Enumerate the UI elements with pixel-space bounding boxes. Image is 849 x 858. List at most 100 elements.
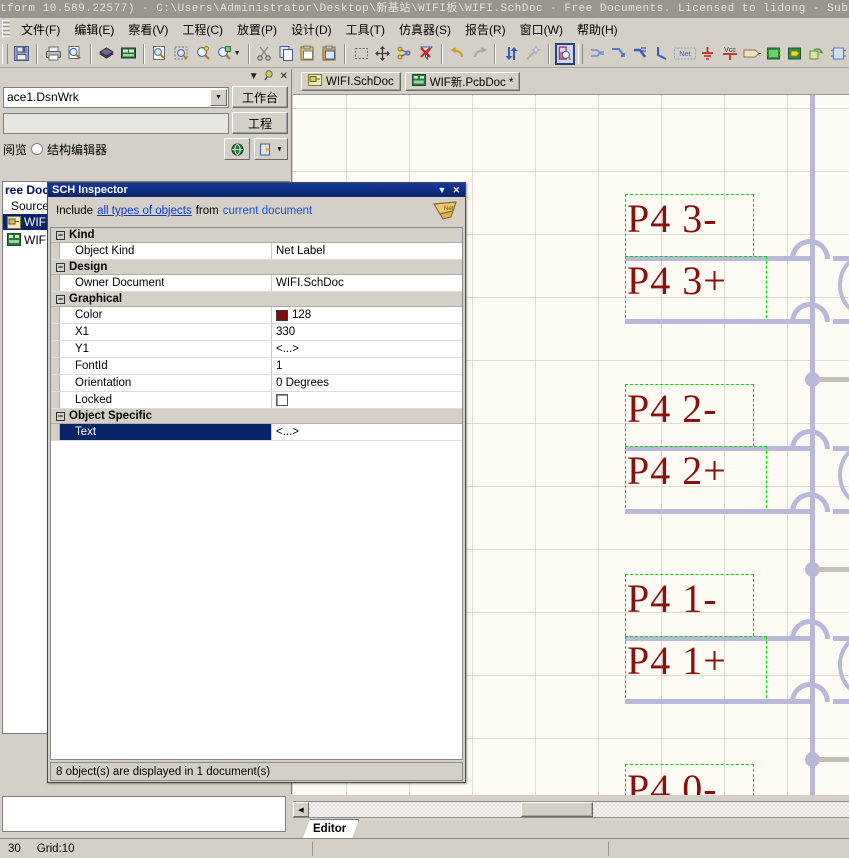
toolbar-grip[interactable]: [2, 43, 8, 64]
scroll-left-icon[interactable]: ◀: [293, 802, 309, 817]
net-wire[interactable]: [833, 319, 849, 324]
net-label[interactable]: P4 2+: [627, 451, 727, 491]
device-view-icon[interactable]: [118, 43, 138, 65]
vcc-power-port-icon[interactable]: Vcc: [720, 43, 740, 65]
property-value[interactable]: <...>: [272, 424, 462, 440]
menu-tools[interactable]: 工具(T): [339, 19, 392, 40]
project-textbox[interactable]: [3, 112, 229, 134]
bus-entry-icon[interactable]: [652, 43, 672, 65]
project-button[interactable]: 工程: [232, 112, 288, 134]
net-label[interactable]: P4 1-: [627, 579, 718, 619]
menu-reports[interactable]: 报告(R): [458, 19, 513, 40]
sheet-symbol-icon[interactable]: [763, 43, 783, 65]
color-swatch[interactable]: [276, 309, 288, 321]
net-wire[interactable]: [625, 509, 815, 514]
menu-design[interactable]: 设计(D): [284, 19, 339, 40]
bus-icon[interactable]: [631, 43, 651, 65]
collapse-toggle-icon[interactable]: −: [56, 411, 65, 421]
gnd-power-port-icon[interactable]: [698, 43, 718, 65]
menu-simulator[interactable]: 仿真器(S): [392, 19, 458, 40]
property-row-locked[interactable]: Locked: [51, 392, 462, 409]
select-area-icon[interactable]: [351, 43, 371, 65]
undo-icon[interactable]: [448, 43, 468, 65]
redo-icon[interactable]: [470, 43, 490, 65]
menu-file[interactable]: 文件(F): [14, 19, 67, 40]
zoom-area-icon[interactable]: [172, 43, 192, 65]
property-row-object-kind[interactable]: Object Kind Net Label: [51, 243, 462, 260]
move-icon[interactable]: [373, 43, 393, 65]
collapse-toggle-icon[interactable]: −: [56, 262, 65, 272]
chevron-down-icon[interactable]: ▼: [210, 88, 227, 106]
net-label[interactable]: P4 2-: [627, 389, 718, 429]
net-wire[interactable]: [818, 757, 849, 762]
deselect-icon[interactable]: [395, 43, 415, 65]
menu-place[interactable]: 放置(P): [230, 19, 284, 40]
locked-checkbox[interactable]: [276, 394, 288, 406]
clear-filter-icon[interactable]: [416, 43, 436, 65]
property-row-owner-document[interactable]: Owner Document WIFI.SchDoc: [51, 275, 462, 292]
net-label[interactable]: P4 0-: [627, 769, 718, 796]
globe-icon[interactable]: [224, 138, 250, 160]
pcb-board-icon[interactable]: [97, 43, 117, 65]
property-row-y1[interactable]: Y1 <...>: [51, 341, 462, 358]
net-wire[interactable]: [818, 377, 849, 382]
toolbar-grip-2[interactable]: [577, 43, 584, 64]
paste-special-icon[interactable]: [320, 43, 340, 65]
tab-editor[interactable]: Editor: [303, 819, 359, 838]
wand-icon[interactable]: [523, 43, 543, 65]
property-row-text[interactable]: Text <...>: [51, 424, 462, 441]
group-header-graphical[interactable]: − Graphical: [51, 292, 462, 307]
hierarchy-icon[interactable]: [587, 43, 607, 65]
menu-project[interactable]: 工程(C): [175, 19, 230, 40]
device-sheet-icon[interactable]: [807, 43, 827, 65]
filter-funnel-icon[interactable]: Net: [431, 200, 459, 222]
structure-editor-radio[interactable]: [31, 143, 44, 155]
zoom-in-icon[interactable]: [193, 43, 213, 65]
property-value-wrap[interactable]: [272, 392, 462, 408]
zoom-document-icon[interactable]: [150, 43, 170, 65]
workspace-combo[interactable]: ace1.DsnWrk ▼: [3, 86, 229, 108]
open-folder-icon[interactable]: ▼: [254, 138, 288, 160]
property-row-color[interactable]: Color 128: [51, 307, 462, 324]
net-wire[interactable]: [833, 699, 849, 704]
property-row-x1[interactable]: X1 330: [51, 324, 462, 341]
menu-grip[interactable]: [2, 20, 10, 38]
updown-arrows-icon[interactable]: [501, 43, 521, 65]
menu-window[interactable]: 窗口(W): [513, 19, 570, 40]
workbench-button[interactable]: 工作台: [232, 86, 288, 108]
close-icon[interactable]: ✕: [452, 185, 460, 195]
group-header-design[interactable]: − Design: [51, 260, 462, 275]
save-icon[interactable]: [12, 43, 32, 65]
menu-edit[interactable]: 编辑(E): [67, 19, 121, 40]
component-icon[interactable]: [828, 43, 848, 65]
property-value[interactable]: 0 Degrees: [272, 375, 462, 391]
property-value[interactable]: 330: [272, 324, 462, 340]
chevron-down-icon[interactable]: ▼: [438, 185, 447, 195]
property-row-orientation[interactable]: Orientation 0 Degrees: [51, 375, 462, 392]
property-value[interactable]: 1: [272, 358, 462, 374]
group-header-kind[interactable]: − Kind: [51, 228, 462, 243]
include-scope-link[interactable]: current document: [223, 205, 313, 217]
copy-icon[interactable]: [276, 43, 296, 65]
net-label[interactable]: P4 1+: [627, 641, 727, 681]
property-value[interactable]: Net Label: [272, 243, 462, 259]
net-label[interactable]: P4 3+: [627, 261, 727, 301]
menu-help[interactable]: 帮助(H): [570, 19, 625, 40]
net-wire[interactable]: [625, 319, 815, 324]
horizontal-scrollbar[interactable]: ◀: [293, 801, 849, 817]
net-wire[interactable]: [833, 509, 849, 514]
collapse-toggle-icon[interactable]: −: [56, 230, 65, 240]
property-value-wrap[interactable]: 128: [272, 307, 462, 323]
net-label[interactable]: P4 3-: [627, 199, 718, 239]
sheet-entry-icon[interactable]: [785, 43, 805, 65]
cut-icon[interactable]: [255, 43, 275, 65]
menu-view[interactable]: 察看(V): [121, 19, 175, 40]
left-bottom-listbox[interactable]: [2, 796, 286, 832]
net-label-icon[interactable]: Net: [673, 43, 696, 65]
chevron-down-icon[interactable]: ▼: [234, 50, 241, 57]
net-wire[interactable]: [818, 567, 849, 572]
inspector-property-grid[interactable]: − Kind Object Kind Net Label − Design Ow…: [50, 227, 463, 760]
include-types-link[interactable]: all types of objects: [97, 205, 192, 217]
pin-icon[interactable]: [264, 69, 275, 84]
collapse-toggle-icon[interactable]: −: [56, 294, 65, 304]
